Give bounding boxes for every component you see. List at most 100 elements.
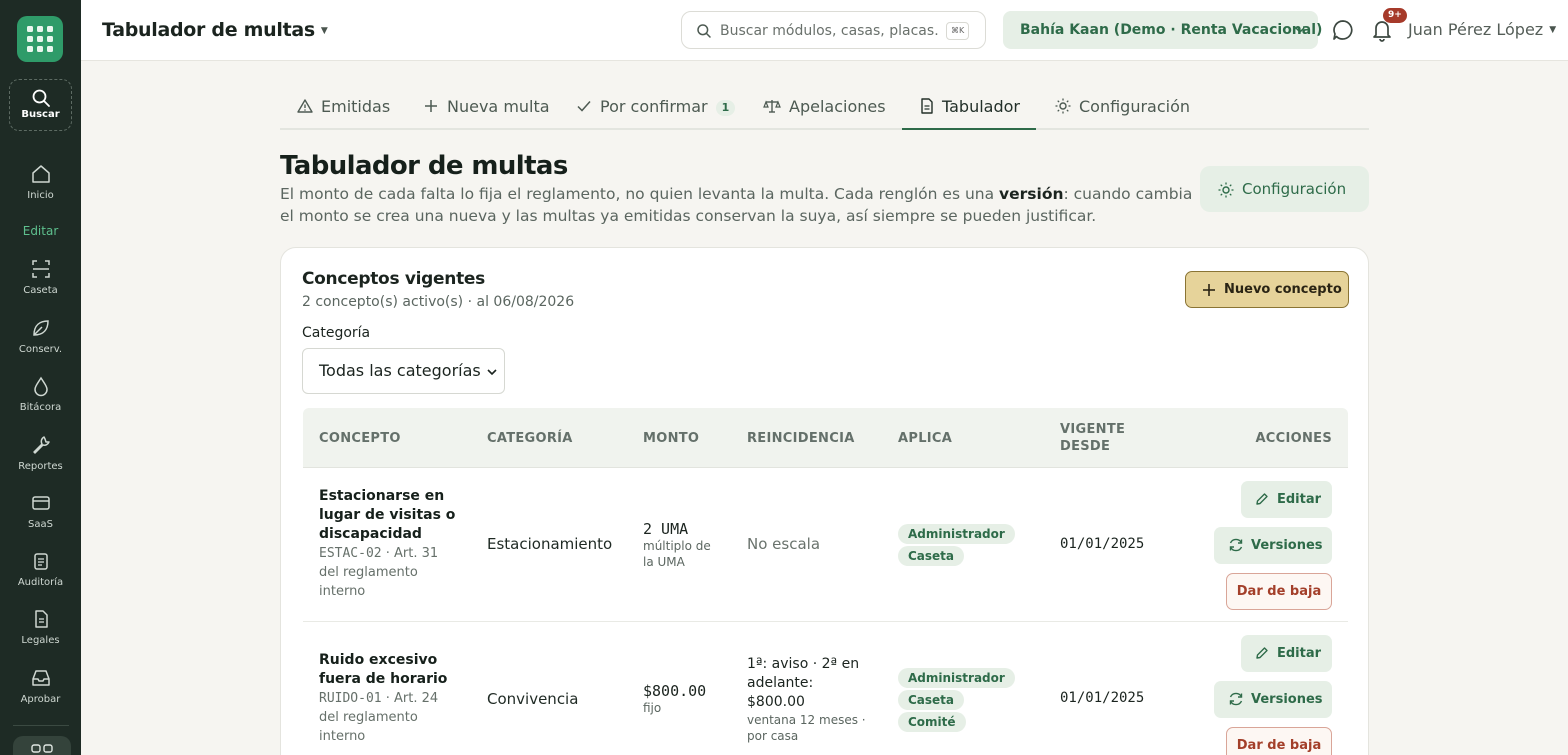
sidebar-search-button[interactable]: Buscar [9,79,72,131]
tab-nueva-multa[interactable]: Nueva multa [423,88,550,130]
sidebar-item-conserv[interactable]: Conserv. [0,317,81,355]
wrench-icon [32,436,50,454]
page-title: Tabulador de multas [280,151,568,181]
column-header-amount: MONTO [643,430,700,446]
table-row: Estacionarse en lugar de visitas o disca… [303,468,1348,622]
tab-configuracion[interactable]: Configuración [1055,88,1190,130]
edit-button[interactable]: Editar [1241,635,1332,672]
sidebar-item-bitacora[interactable]: Bitácora [0,375,81,413]
check-icon [577,101,591,112]
chevron-down-icon [1295,27,1305,34]
deactivate-button[interactable]: Dar de baja [1226,573,1332,610]
sidebar-item-label: Conserv. [18,344,63,355]
amount-note: fijo [643,701,662,715]
sidebar-more-button[interactable] [13,736,71,755]
sidebar-item-legales[interactable]: Legales [0,608,81,646]
tab-label: Nueva multa [447,97,550,116]
table-header: CONCEPTO CATEGORÍA MONTO REINCIDENCIA AP… [303,408,1348,468]
sidebar-item-aprobar[interactable]: Aprobar [0,667,81,705]
tab-tabulador[interactable]: Tabulador [902,88,1036,130]
tab-emitidas[interactable]: Emitidas [297,88,390,130]
column-header-category: CATEGORÍA [487,430,573,446]
configuration-button[interactable]: Configuración [1200,166,1369,212]
recurrence-note: ventana 12 meses · por casa [747,713,866,743]
app-title-menu[interactable]: Tabulador de multas ▼ [102,19,328,41]
tab-label: Configuración [1079,97,1191,116]
category-select[interactable]: Todas las categorías [302,348,505,394]
sidebar-section-label: Editar [22,224,59,238]
pencil-icon [1256,493,1268,505]
scan-icon [31,260,50,278]
sidebar-divider [13,725,69,726]
amount-cell: 2 UMA múltiplo de la UMA [643,520,723,570]
column-header-applies: APLICA [898,430,953,446]
concept-cell: Ruido excesivo fuera de horario RUIDO-01… [319,651,459,746]
new-concept-label: Nuevo concepto [1224,282,1342,297]
refresh-icon [1229,538,1243,552]
role-chip: Comité [898,712,966,732]
inbox-icon [31,670,50,686]
valid-from-cell: 01/01/2025 [1060,536,1145,552]
category-selected-value: Todas las categorías [319,361,481,380]
search-icon [697,24,711,38]
applies-cell: Administrador Caseta Comité [898,668,1015,734]
app-grid-logo[interactable] [17,16,63,62]
role-chip: Administrador [898,524,1015,544]
amount-value: $800.00 [643,682,707,700]
warning-icon [297,99,313,113]
sidebar-item-saas[interactable]: SaaS [0,492,81,530]
leaf-icon [32,320,49,336]
global-search[interactable]: ⌘K [681,11,986,49]
chevron-down-icon [487,369,497,376]
concepts-card: Conceptos vigentes 2 concepto(s) activo(… [280,247,1369,755]
notifications-badge: 9+ [1383,8,1407,23]
search-icon [32,89,50,107]
sidebar-item-inicio[interactable]: Inicio [0,163,81,201]
chat-icon[interactable] [1332,19,1354,41]
sidebar-item-label: Auditoría [17,577,64,588]
user-menu[interactable]: Juan Pérez López ▼ [1408,20,1556,39]
versions-label: Versiones [1251,692,1323,707]
applies-cell: Administrador Caseta [898,524,1015,568]
category-filter-label: Categoría [302,325,371,341]
category-cell: Convivencia [487,690,579,708]
page-description: El monto de cada falta lo fija el reglam… [280,183,1200,227]
app-title: Tabulador de multas [102,19,315,41]
recurrence-cell: No escala [747,535,821,553]
document-icon [921,98,933,114]
card-icon [31,496,50,510]
concept-code: RUIDO-01 [319,691,382,706]
description-bold: versión [999,185,1064,203]
search-input[interactable] [720,20,940,42]
tab-label: Emitidas [321,97,391,116]
deactivate-button[interactable]: Dar de baja [1226,727,1332,755]
tab-label: Por confirmar [600,97,708,116]
tab-apelaciones[interactable]: Apelaciones [763,88,886,130]
table-row: Ruido excesivo fuera de horario RUIDO-01… [303,622,1348,755]
edit-label: Editar [1277,492,1322,507]
configuration-label: Configuración [1242,180,1347,198]
sidebar-item-caseta[interactable]: Caseta [0,258,81,296]
refresh-icon [1229,692,1243,706]
recurrence-cell: 1ª: aviso · 2ª en adelante: $800.00 vent… [747,655,872,744]
concept-code: ESTAC-02 [319,546,382,561]
sidebar-item-auditoria[interactable]: Auditoría [0,550,81,588]
grid-icon [31,744,53,753]
sidebar-item-reportes[interactable]: Reportes [0,434,81,472]
sun-icon [1055,98,1071,114]
versions-button[interactable]: Versiones [1214,681,1332,718]
sidebar-search-label: Buscar [21,109,60,120]
new-concept-button[interactable]: Nuevo concepto [1185,271,1349,308]
column-header-recurrence: REINCIDENCIA [747,430,855,446]
organization-selector[interactable]: Bahía Kaan (Demo · Renta Vacacional) [1003,11,1322,49]
versions-button[interactable]: Versiones [1214,527,1332,564]
sidebar-item-label: SaaS [28,519,53,530]
card-subtitle: 2 concepto(s) activo(s) · al 06/08/2026 [302,294,575,310]
drop-icon [33,376,48,397]
recurrence-rule: 1ª: aviso · 2ª en adelante: $800.00 [747,656,860,710]
search-shortcut: ⌘K [946,22,970,40]
section-tabs: Emitidas Nueva multa Por confirmar 1 Apel… [280,88,1369,130]
sidebar: Buscar Inicio Editar Caseta Conserv. Bit… [0,0,81,755]
edit-button[interactable]: Editar [1241,481,1332,518]
tab-por-confirmar[interactable]: Por confirmar 1 [576,88,736,130]
